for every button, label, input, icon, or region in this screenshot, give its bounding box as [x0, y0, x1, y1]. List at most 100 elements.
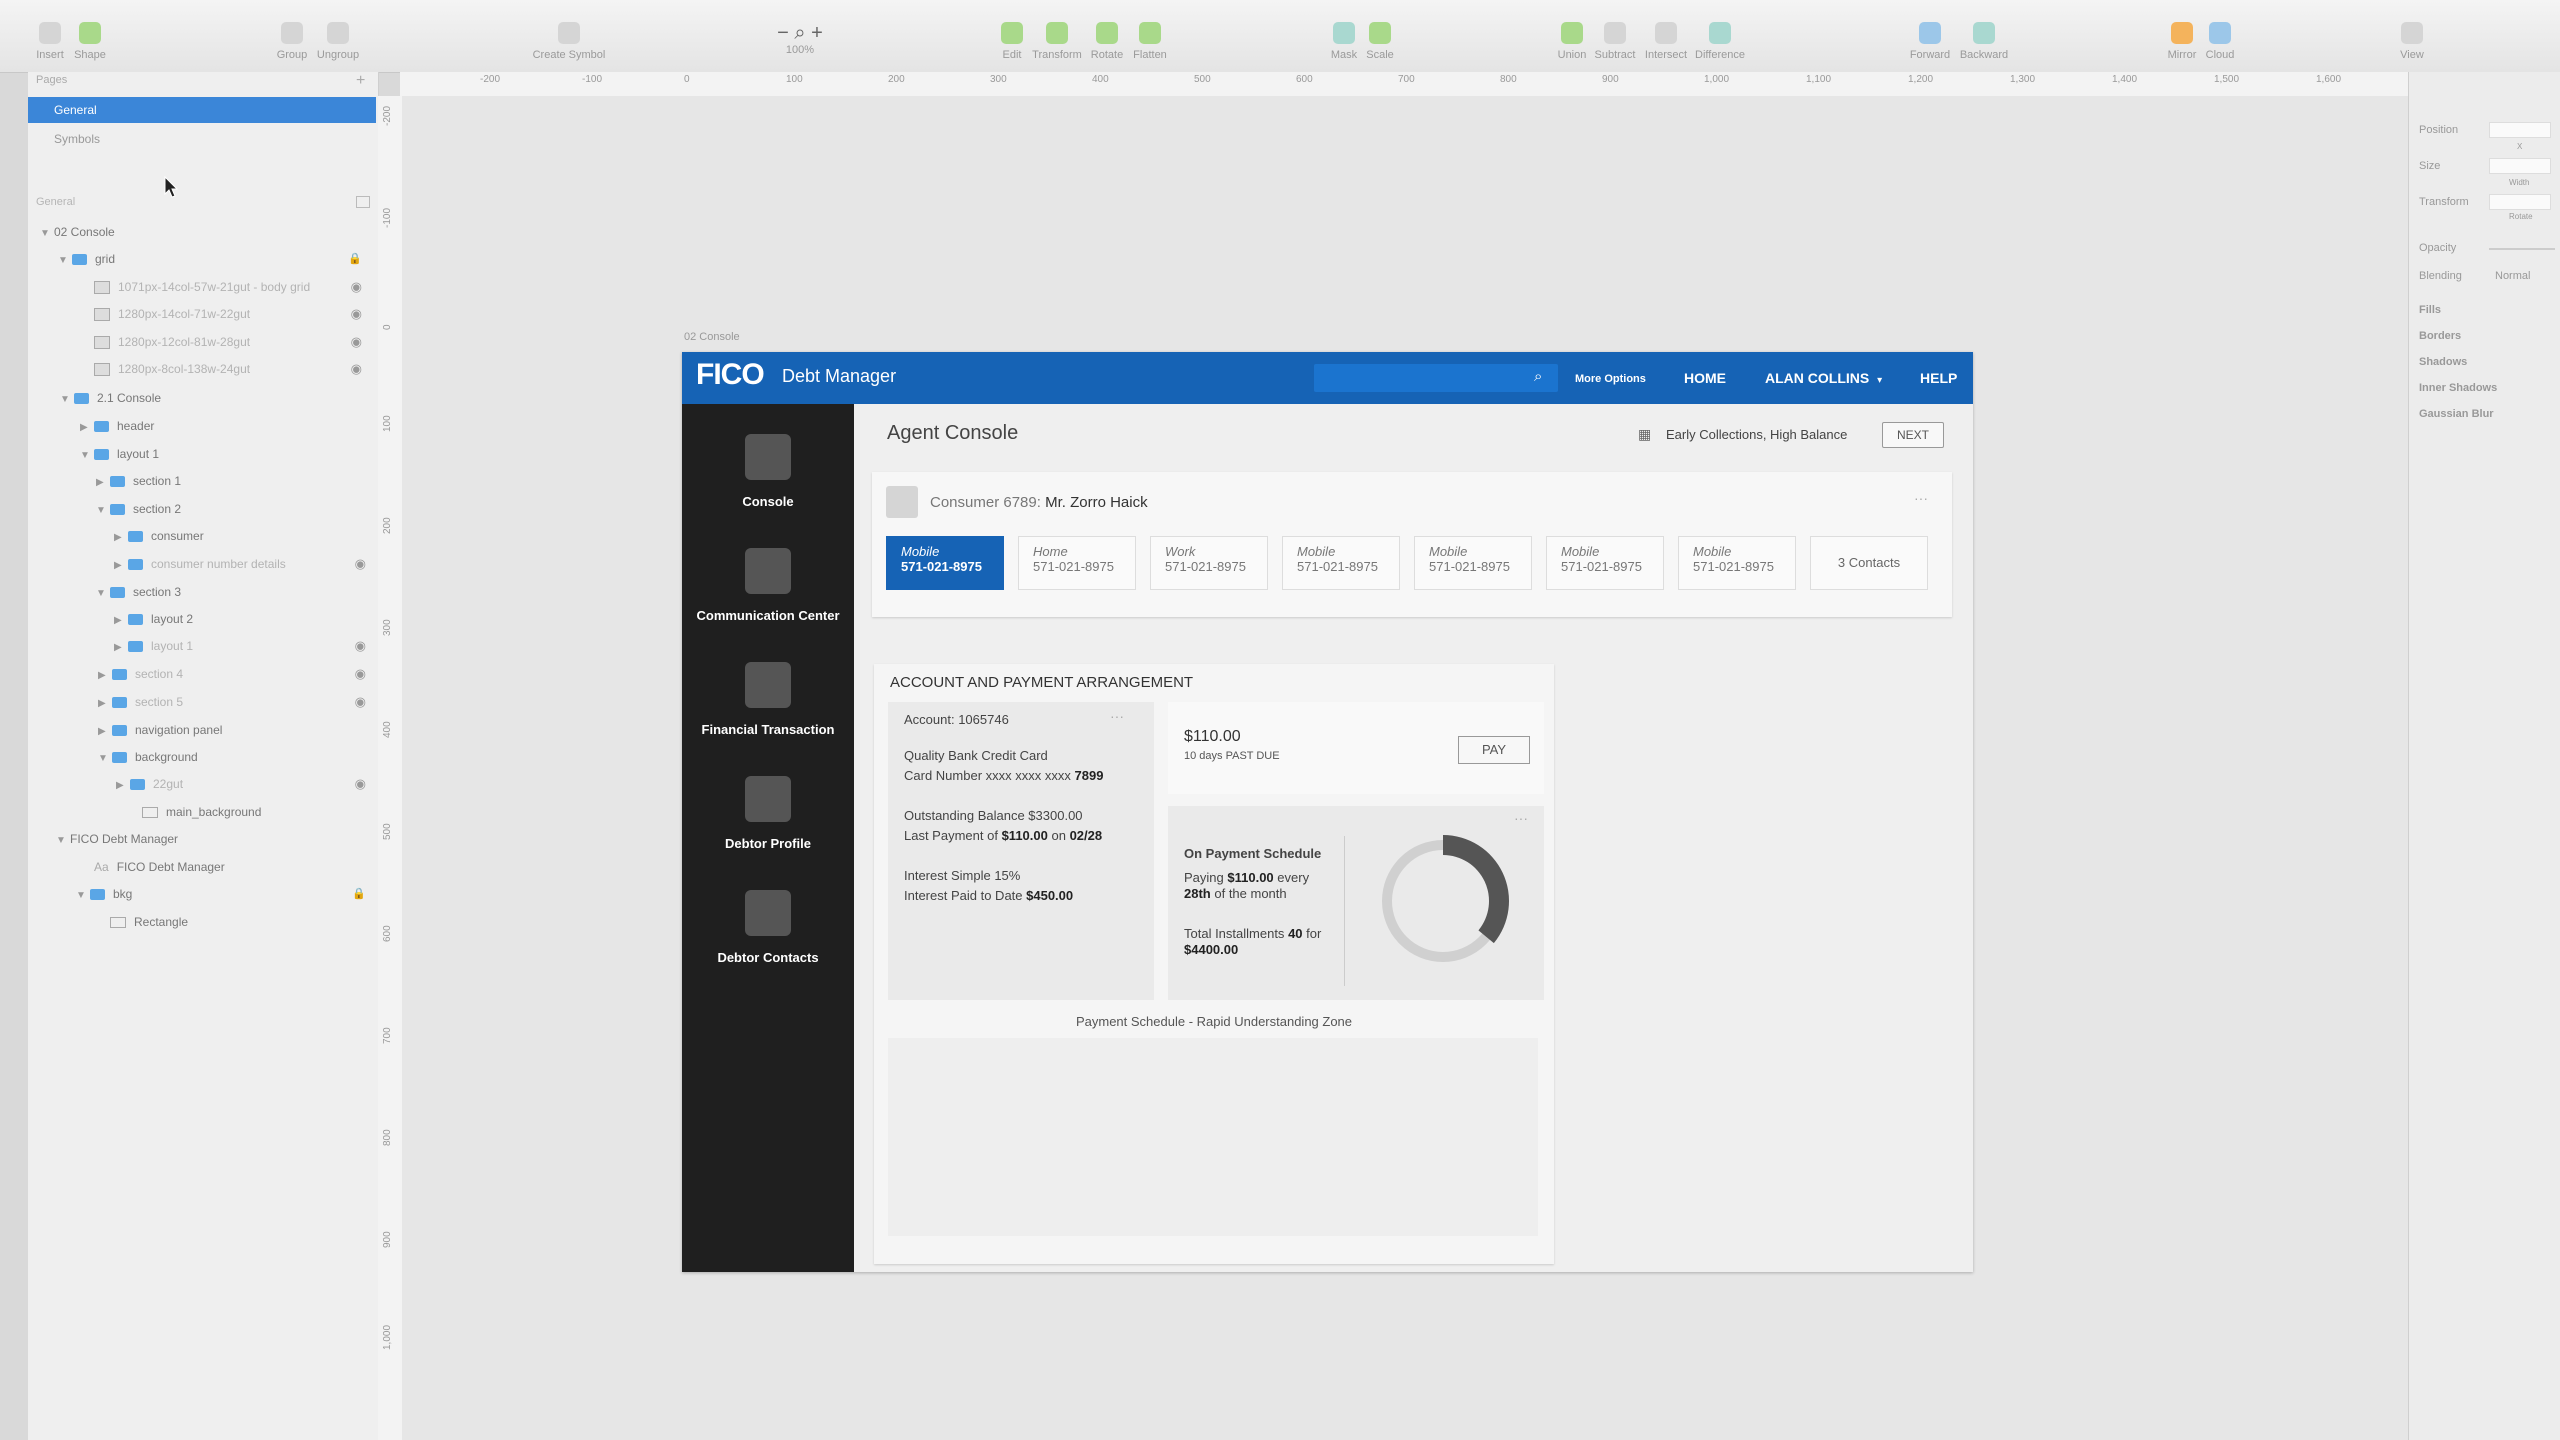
- sidebar-item-financial-transaction[interactable]: Financial Transaction: [682, 662, 854, 737]
- layer-row[interactable]: ▶ 22gut ◉: [116, 772, 366, 796]
- ungroup-button[interactable]: Ungroup: [298, 22, 378, 61]
- layer-row[interactable]: ▶ navigation panel: [98, 718, 222, 742]
- fico-logo: FICO: [696, 358, 765, 391]
- search-input[interactable]: [1314, 364, 1558, 392]
- ruler-tick-label: 1,400: [2112, 74, 2138, 85]
- eye-icon[interactable]: ◉: [351, 330, 362, 354]
- layer-row[interactable]: ▼ FICO Debt Manager: [56, 827, 178, 851]
- phone-tab[interactable]: Mobile 571-021-8975: [1678, 536, 1796, 590]
- page-general[interactable]: General: [28, 97, 376, 123]
- layer-row[interactable]: 1071px-14col-57w-21gut - body grid ◉: [94, 275, 362, 299]
- inner-shadows-section[interactable]: Inner Shadows: [2419, 382, 2497, 394]
- width-field[interactable]: [2489, 158, 2551, 174]
- add-page-button[interactable]: +: [356, 72, 365, 90]
- layer-row[interactable]: ▶ consumer number details ◉: [114, 552, 366, 576]
- more-icon[interactable]: ···: [1110, 708, 1124, 724]
- layer-row[interactable]: ▶ layout 1 ◉: [114, 634, 366, 658]
- lock-icon[interactable]: 🔒: [348, 247, 362, 271]
- shape-button[interactable]: Shape: [50, 22, 130, 61]
- rotate-field[interactable]: [2489, 194, 2551, 210]
- help-link[interactable]: HELP: [1920, 370, 1957, 386]
- layer-row[interactable]: ▼ bkg 🔒: [76, 882, 366, 906]
- eye-icon[interactable]: ◉: [355, 690, 366, 714]
- phone-tab[interactable]: Mobile 571-021-8975: [1282, 536, 1400, 590]
- gaussian-blur-section[interactable]: Gaussian Blur: [2419, 408, 2494, 420]
- layer-row[interactable]: 1280px-12col-81w-28gut ◉: [94, 330, 362, 354]
- transform-icon: [1046, 22, 1068, 44]
- difference-button[interactable]: Difference: [1680, 22, 1760, 61]
- layer-row[interactable]: 1280px-8col-138w-24gut ◉: [94, 357, 362, 381]
- layer-row[interactable]: ▼ layout 1: [80, 442, 159, 466]
- view-button[interactable]: View: [2372, 22, 2452, 61]
- layer-row[interactable]: ▶ section 1: [96, 469, 181, 493]
- phone-tab[interactable]: Work 571-021-8975: [1150, 536, 1268, 590]
- layer-row[interactable]: main_background: [142, 800, 261, 824]
- search-icon[interactable]: ⌕: [1534, 368, 1542, 385]
- eye-icon[interactable]: ◉: [355, 634, 366, 658]
- opacity-slider[interactable]: [2489, 248, 2555, 250]
- eye-icon[interactable]: ◉: [355, 552, 366, 576]
- sidebar-item-debtor-contacts[interactable]: Debtor Contacts: [682, 890, 854, 965]
- phone-tab[interactable]: Mobile 571-021-8975: [886, 536, 1004, 590]
- phone-tab[interactable]: Mobile 571-021-8975: [1546, 536, 1664, 590]
- sidebar-item-console[interactable]: Console: [682, 434, 854, 509]
- home-link[interactable]: HOME: [1684, 370, 1726, 386]
- layer-row[interactable]: ▼ section 2: [96, 497, 181, 521]
- eye-icon[interactable]: ◉: [351, 302, 362, 326]
- eye-icon[interactable]: ◉: [355, 772, 366, 796]
- artboard-label[interactable]: 02 Console: [684, 331, 740, 343]
- zoom-control[interactable]: − ⌕ + 100%: [760, 22, 840, 56]
- eye-icon[interactable]: ◉: [351, 275, 362, 299]
- phone-tab[interactable]: Mobile 571-021-8975: [1414, 536, 1532, 590]
- folder-icon: [112, 697, 127, 709]
- sidebar-item-debtor-profile[interactable]: Debtor Profile: [682, 776, 854, 851]
- fills-section[interactable]: Fills: [2419, 304, 2441, 316]
- scale-button[interactable]: Scale: [1340, 22, 1420, 61]
- view-icon: [2401, 22, 2423, 44]
- eye-icon[interactable]: ◉: [351, 357, 362, 381]
- cloud-button[interactable]: Cloud: [2180, 22, 2260, 61]
- layer-row[interactable]: ▶ header: [80, 414, 154, 438]
- page-symbols[interactable]: Symbols: [28, 126, 376, 152]
- layer-row[interactable]: ▶ consumer: [114, 524, 204, 548]
- blending-select[interactable]: Normal: [2495, 270, 2530, 282]
- more-icon[interactable]: ···: [1514, 810, 1528, 826]
- phone-tab[interactable]: Home 571-021-8975: [1018, 536, 1136, 590]
- installments: Total Installments 40 for $4400.00: [1184, 926, 1322, 957]
- page-title: Agent Console: [887, 422, 1019, 444]
- layer-row[interactable]: ▶ layout 2: [114, 607, 193, 631]
- layer-row[interactable]: ▼ 02 Console: [40, 220, 115, 244]
- borders-section[interactable]: Borders: [2419, 330, 2461, 342]
- lock-icon[interactable]: 🔒: [352, 882, 366, 906]
- layer-row[interactable]: ▼ grid 🔒: [58, 247, 362, 271]
- artboard[interactable]: FICO Debt Manager ⌕ More Options HOME AL…: [682, 352, 1973, 1272]
- layer-row[interactable]: ▼ background: [98, 745, 198, 769]
- eye-icon[interactable]: ◉: [355, 662, 366, 686]
- ruler-tick-label: -200: [382, 105, 393, 126]
- sidebar-item-communication-center[interactable]: Communication Center: [682, 548, 854, 623]
- grid-icon[interactable]: ▦: [1638, 426, 1651, 443]
- position-x-field[interactable]: [2489, 122, 2551, 138]
- layer-row[interactable]: ▶ section 4 ◉: [98, 662, 366, 686]
- create-symbol-button[interactable]: Create Symbol: [524, 22, 614, 61]
- layer-row[interactable]: Aa FICO Debt Manager: [94, 855, 225, 879]
- backward-button[interactable]: Backward: [1944, 22, 2024, 61]
- layer-row[interactable]: Rectangle: [110, 910, 188, 934]
- ruler-tick-label: 400: [1092, 74, 1109, 85]
- more-icon[interactable]: ···: [1914, 490, 1928, 506]
- contacts-button[interactable]: 3 Contacts: [1810, 536, 1928, 590]
- user-menu[interactable]: ALAN COLLINS ▾: [1765, 370, 1882, 386]
- layer-row[interactable]: ▶ section 5 ◉: [98, 690, 366, 714]
- shadows-section[interactable]: Shadows: [2419, 356, 2467, 368]
- layer-row[interactable]: ▼ section 3: [96, 580, 181, 604]
- flatten-button[interactable]: Flatten: [1110, 22, 1190, 61]
- layer-row[interactable]: 1280px-14col-71w-22gut ◉: [94, 302, 362, 326]
- layers-filter-icon[interactable]: [356, 196, 370, 208]
- ruler-tick-label: 200: [888, 74, 905, 85]
- next-button[interactable]: NEXT: [1882, 422, 1944, 448]
- mouse-cursor-icon: [164, 176, 179, 198]
- pay-button[interactable]: PAY: [1458, 736, 1530, 764]
- layer-row[interactable]: ▼ 2.1 Console: [60, 386, 161, 410]
- more-options-link[interactable]: More Options: [1575, 373, 1646, 385]
- communication-icon: [745, 548, 791, 594]
